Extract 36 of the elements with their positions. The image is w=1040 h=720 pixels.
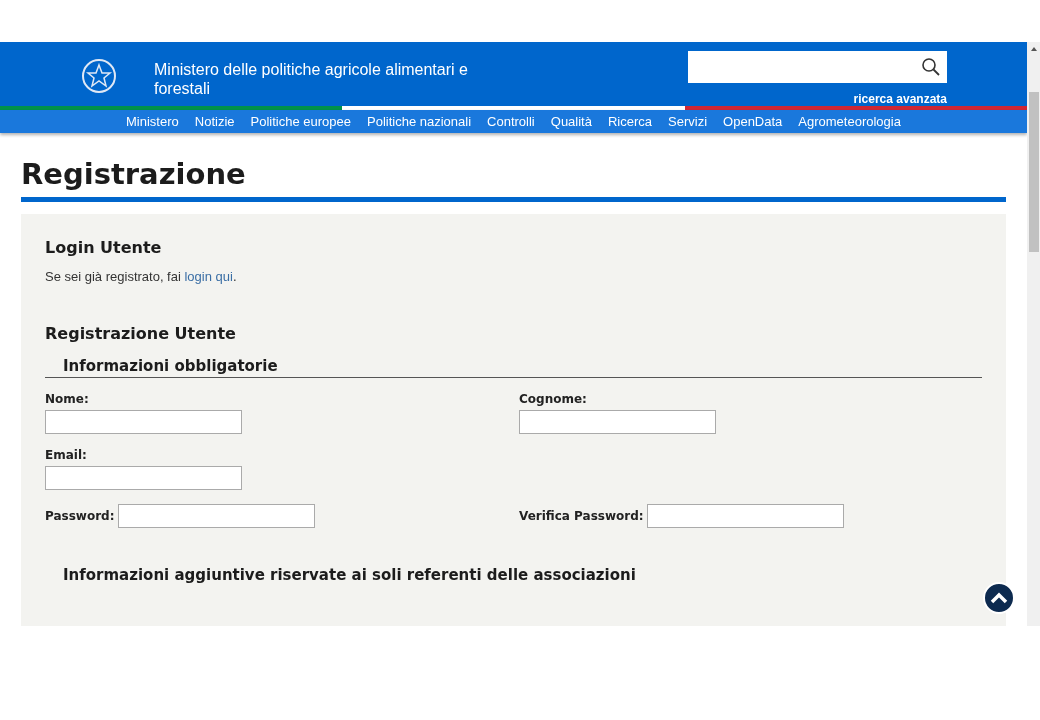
field-label: Password: bbox=[45, 509, 115, 523]
advanced-search-link[interactable]: ricerca avanzata bbox=[853, 92, 947, 106]
section-heading: Login Utente bbox=[45, 238, 163, 257]
back-to-top-button[interactable] bbox=[983, 582, 1015, 614]
chevron-up-icon bbox=[990, 592, 1008, 604]
field-label: Verifica Password: bbox=[519, 509, 644, 523]
text-field[interactable] bbox=[519, 410, 716, 434]
login-link[interactable]: login qui bbox=[184, 269, 233, 284]
nav-link[interactable]: Agrometeorologia bbox=[798, 113, 901, 129]
text-field[interactable] bbox=[646, 504, 844, 528]
search-field[interactable] bbox=[688, 51, 947, 83]
nav-link[interactable]: OpenData bbox=[723, 113, 783, 129]
nav-link[interactable]: Notizie bbox=[194, 113, 235, 129]
nav-link[interactable]: Ministero bbox=[126, 113, 179, 129]
nav-link[interactable]: Qualità bbox=[550, 113, 592, 129]
site-title: Ministero delle politiche agricole alimentari e forestali bbox=[154, 60, 469, 98]
field-label: Email: bbox=[45, 448, 87, 462]
nav-link[interactable]: Politiche europee bbox=[250, 113, 351, 129]
login-text: Se sei già registrato, fai login qui. bbox=[45, 269, 238, 284]
text-field[interactable] bbox=[45, 410, 242, 434]
scrollbar[interactable] bbox=[1027, 42, 1040, 626]
nav-link[interactable]: Politiche nazionali bbox=[367, 113, 472, 129]
text-field[interactable] bbox=[45, 466, 242, 490]
search-icon[interactable] bbox=[921, 57, 941, 77]
field-label: Nome: bbox=[45, 392, 89, 406]
page-title: Registrazione bbox=[21, 157, 1006, 202]
scrollbar-thumb[interactable] bbox=[1028, 92, 1039, 252]
nav-link[interactable]: Ricerca bbox=[607, 113, 653, 129]
scroll-up-icon[interactable] bbox=[1029, 46, 1038, 52]
section-heading: Registrazione Utente bbox=[45, 324, 237, 343]
text-field[interactable] bbox=[117, 504, 315, 528]
subsection-heading: Informazioni obbligatorie bbox=[45, 357, 982, 378]
subsection-heading: Informazioni aggiuntive riservate ai soli referenti delle associazioni bbox=[62, 566, 637, 586]
nav-link[interactable]: Controlli bbox=[487, 113, 535, 129]
field-label: Cognome: bbox=[519, 392, 587, 406]
nav-link[interactable]: Servizi bbox=[668, 113, 708, 129]
